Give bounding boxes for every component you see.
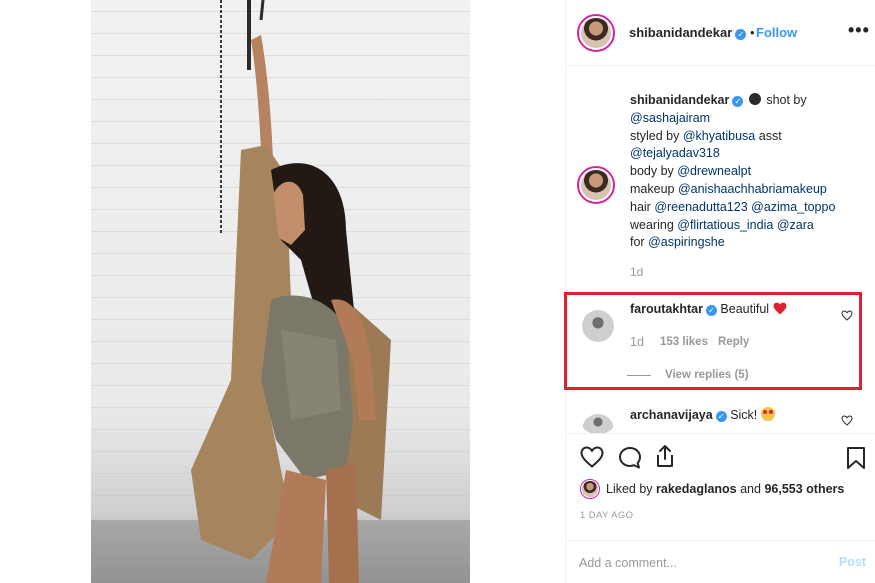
header-separator: • (750, 25, 755, 40)
author-username-row: shibanidandekar ✓ (629, 25, 747, 40)
comment-likes[interactable]: 153 likes (660, 336, 708, 348)
comment-text: faroutakhtar ✓ Beautiful (630, 302, 787, 316)
comment-body: Sick! (730, 408, 758, 422)
mention-link[interactable]: @anishaachhabriamakeup (678, 182, 827, 196)
liked-by-user[interactable]: rakedaglanos (656, 482, 737, 496)
post-media-pane (0, 0, 565, 583)
author-avatar-image (581, 18, 611, 48)
comment-input[interactable] (579, 553, 819, 573)
save-bookmark-icon[interactable] (846, 446, 866, 470)
comment-username[interactable]: archanavijaya (630, 408, 713, 422)
like-heart-icon[interactable] (580, 446, 604, 468)
heart-eyes-emoji-icon (760, 407, 775, 421)
caption-text-fragment: for (630, 235, 649, 250)
follow-button[interactable]: Follow (756, 25, 797, 40)
author-avatar[interactable] (577, 14, 615, 52)
comment-body: Beautiful (720, 302, 770, 316)
post-actions: Liked by rakedaglanos and 96,553 others … (566, 433, 875, 583)
view-replies-button[interactable]: View replies (5) (665, 369, 749, 381)
caption-text-fragment: makeup (630, 181, 678, 196)
liked-by-prefix: Liked by (606, 482, 657, 496)
post-date[interactable]: 1 DAY AGO (580, 510, 633, 521)
comment-avatar[interactable] (582, 310, 614, 342)
caption-text-fragment: wearing (630, 217, 678, 232)
post-comment-button[interactable]: Post (839, 555, 866, 569)
liked-by-avatar[interactable] (580, 479, 600, 499)
post-photo[interactable] (91, 0, 470, 583)
liked-by-text: Liked by rakedaglanos and 96,553 others (606, 482, 844, 496)
comment-avatar-image (582, 310, 614, 342)
mention-link[interactable]: @aspiringshe (648, 235, 725, 249)
caption-shot-by: shot by (766, 93, 807, 107)
comment-timestamp[interactable]: 1d (630, 335, 644, 349)
more-options-button[interactable]: ••• (848, 20, 870, 41)
mention-link[interactable]: @azima_toppo (751, 200, 835, 214)
comment-text: archanavijaya ✓ Sick! (630, 407, 775, 422)
post-header: shibanidandekar ✓ • Follow ••• (566, 0, 875, 66)
red-heart-emoji-icon (773, 302, 786, 315)
caption-timestamp[interactable]: 1d (630, 265, 643, 279)
mention-link[interactable]: @flirtatious_india (677, 218, 773, 232)
mention-link[interactable]: @tejalyadav318 (630, 146, 720, 160)
comment-bubble-icon[interactable] (618, 446, 642, 470)
caption-text: shibanidandekar ✓ shot by @sashajairam st… (630, 92, 870, 252)
add-comment-bar: Post (566, 540, 875, 583)
mention-link[interactable]: @khyatibusa (683, 129, 755, 143)
mention-link[interactable]: @reenadutta123 (654, 200, 747, 214)
like-comment-heart-icon[interactable] (841, 415, 853, 426)
liked-by-avatar-image (582, 481, 598, 497)
verified-badge-icon: ✓ (735, 29, 747, 40)
verified-badge-icon: ✓ (715, 411, 727, 422)
camera-emoji-icon (748, 93, 761, 105)
caption-avatar-image (581, 170, 611, 200)
author-username[interactable]: shibanidandekar (629, 25, 732, 40)
mention-link[interactable]: @sashajairam (630, 111, 710, 125)
verified-badge-icon: ✓ (732, 96, 744, 107)
mention-link[interactable]: @drewnealpt (677, 164, 751, 178)
caption-line-1: shibanidandekar ✓ shot by (630, 92, 870, 110)
liked-by-count[interactable]: 96,553 others (764, 482, 844, 496)
comment-username[interactable]: faroutakhtar (630, 302, 703, 316)
comment-avatar[interactable] (582, 414, 614, 434)
caption-text-fragment: body by (630, 164, 678, 179)
caption-text-fragment: styled by (630, 128, 683, 143)
post-photo-illustration (91, 0, 470, 583)
caption-username[interactable]: shibanidandekar (630, 93, 729, 107)
caption-text-fragment: hair (630, 199, 655, 214)
caption-text-fragment: asst (755, 128, 782, 143)
share-icon[interactable] (654, 444, 676, 468)
comment-reply-button[interactable]: Reply (718, 336, 749, 348)
like-comment-heart-icon[interactable] (841, 310, 853, 321)
post-side-panel: shibanidandekar ✓ • Follow ••• shibanidan… (564, 0, 875, 583)
replies-divider (627, 375, 651, 376)
verified-badge-icon: ✓ (705, 305, 717, 316)
mention-link[interactable]: @zara (777, 218, 814, 232)
comment-avatar-image (582, 414, 614, 434)
caption-avatar[interactable] (577, 166, 615, 204)
liked-by-and: and (736, 482, 765, 496)
